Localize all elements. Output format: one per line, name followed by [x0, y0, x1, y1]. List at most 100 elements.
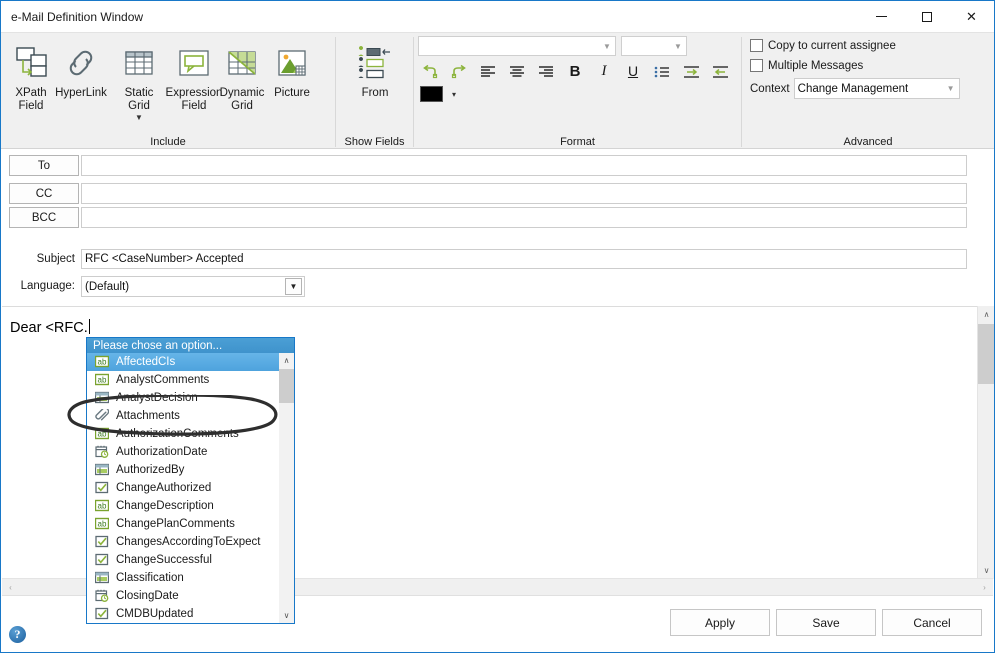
font-size-chevron-down-icon[interactable]: ▼: [670, 42, 686, 51]
bullet-list-icon: [654, 66, 669, 78]
scroll-up-icon[interactable]: ∧: [978, 306, 994, 323]
field-picker-item[interactable]: AnalystDecision: [87, 389, 294, 407]
field-picker-item[interactable]: ab ChangePlanComments: [87, 515, 294, 533]
multiple-messages-checkbox-box[interactable]: [750, 59, 763, 72]
field-picker-item[interactable]: CMDBUpdated: [87, 605, 294, 623]
bold-icon: B: [569, 62, 581, 80]
field-picker-item[interactable]: Attachments: [87, 407, 294, 425]
language-combo[interactable]: (Default) ▼: [81, 276, 305, 297]
copy-to-assignee-label: Copy to current assignee: [768, 39, 896, 52]
static-grid-label-line1: Static: [124, 87, 154, 99]
save-button-label: Save: [812, 615, 840, 630]
font-name-combo[interactable]: ▼: [418, 36, 616, 56]
language-chevron-down-icon[interactable]: ▼: [285, 278, 302, 295]
cancel-button[interactable]: Cancel: [882, 609, 982, 636]
checkbox-field-icon: [95, 535, 109, 549]
field-picker-scrollbar[interactable]: ∧ ∨: [279, 353, 294, 623]
scroll-right-icon[interactable]: ›: [976, 579, 993, 596]
from-label: From: [361, 87, 389, 99]
cc-button[interactable]: CC: [9, 183, 79, 204]
field-picker-list[interactable]: ab AffectedCIs ab AnalystComments AnalystDec…: [87, 353, 294, 623]
bcc-button[interactable]: BCC: [9, 207, 79, 228]
field-picker-item[interactable]: AuthorizationDate: [87, 443, 294, 461]
font-size-combo[interactable]: ▼: [621, 36, 687, 56]
close-icon: ✕: [966, 9, 977, 24]
undo-button[interactable]: [418, 61, 442, 83]
to-button[interactable]: To: [9, 155, 79, 176]
from-button[interactable]: From: [344, 37, 406, 129]
vertical-scroll-thumb[interactable]: [978, 324, 994, 384]
field-picker-item[interactable]: ChangeSuccessful: [87, 551, 294, 569]
font-name-chevron-down-icon[interactable]: ▼: [599, 42, 615, 51]
maximize-button[interactable]: [904, 1, 949, 32]
bcc-button-label: BCC: [31, 211, 57, 224]
hyperlink-button[interactable]: HyperLink: [51, 37, 111, 129]
align-right-button[interactable]: [534, 61, 558, 83]
field-picker-item[interactable]: ab AffectedCIs: [87, 353, 294, 371]
apply-button[interactable]: Apply: [670, 609, 770, 636]
bcc-input[interactable]: [81, 207, 967, 228]
copy-to-assignee-checkbox-box[interactable]: [750, 39, 763, 52]
align-left-button[interactable]: [476, 61, 500, 83]
field-picker-item[interactable]: ChangeAuthorized: [87, 479, 294, 497]
field-picker-scroll-thumb[interactable]: [279, 369, 294, 403]
multiple-messages-checkbox[interactable]: Multiple Messages: [750, 59, 863, 72]
field-picker-scroll-down-icon[interactable]: ∨: [279, 608, 294, 623]
field-picker-item-label: ClosingDate: [116, 590, 179, 602]
align-center-button[interactable]: [505, 61, 529, 83]
field-picker-dropdown[interactable]: Please chose an option... ab AffectedCIs a…: [86, 337, 295, 624]
indent-decrease-icon: [712, 66, 728, 78]
scroll-left-icon[interactable]: ‹: [2, 579, 19, 596]
body-vertical-scrollbar[interactable]: ∧ ∨: [977, 306, 994, 579]
field-picker-item[interactable]: ab AnalystComments: [87, 371, 294, 389]
context-chevron-down-icon[interactable]: ▼: [943, 84, 959, 93]
redo-button[interactable]: [447, 61, 471, 83]
picture-icon: [272, 41, 312, 85]
italic-button[interactable]: I: [592, 60, 616, 82]
dynamic-grid-icon: [222, 41, 262, 85]
align-left-icon: [481, 66, 495, 77]
bold-button[interactable]: B: [563, 60, 587, 82]
dynamic-grid-label-line1: Dynamic: [219, 87, 265, 99]
field-picker-item[interactable]: Classification: [87, 569, 294, 587]
static-grid-label: Static Grid: [125, 87, 154, 113]
date-field-icon: [95, 589, 109, 603]
font-color-picker[interactable]: ▾: [420, 86, 456, 102]
align-right-icon: [539, 66, 553, 77]
indent-increase-button[interactable]: [679, 61, 703, 83]
dynamic-grid-button[interactable]: Dynamic Grid: [215, 37, 269, 129]
copy-to-assignee-checkbox[interactable]: Copy to current assignee: [750, 39, 896, 52]
ribbon-group-show-fields: From Show Fields: [336, 33, 413, 150]
expression-field-icon: [174, 41, 214, 85]
font-color-chevron-down-icon[interactable]: ▾: [452, 90, 456, 99]
field-picker-header: Please chose an option...: [87, 338, 294, 353]
field-picker-item[interactable]: ClosingDate: [87, 587, 294, 605]
field-picker-item[interactable]: ChangesAccordingToExpect: [87, 533, 294, 551]
scroll-down-icon[interactable]: ∨: [978, 562, 994, 579]
help-icon[interactable]: ?: [9, 626, 26, 643]
subject-input[interactable]: RFC <CaseNumber> Accepted: [81, 249, 967, 269]
field-picker-item[interactable]: ab AuthorizationComments: [87, 425, 294, 443]
field-picker-scroll-up-icon[interactable]: ∧: [279, 353, 294, 368]
bullet-list-button[interactable]: [650, 61, 674, 83]
context-combo[interactable]: Change Management ▼: [793, 78, 960, 99]
field-picker-item[interactable]: ab ChangeDescription: [87, 497, 294, 515]
picture-button[interactable]: Picture: [267, 37, 317, 129]
indent-decrease-button[interactable]: [708, 61, 732, 83]
xpath-field-label-line2: Field: [18, 100, 44, 112]
cc-input[interactable]: [81, 183, 967, 204]
dynamic-grid-label: Dynamic Grid: [220, 87, 265, 113]
multiple-messages-label: Multiple Messages: [768, 59, 864, 72]
to-input[interactable]: [81, 155, 967, 176]
underline-icon: U: [627, 63, 639, 79]
field-picker-item-label: ChangeDescription: [116, 500, 214, 512]
field-picker-item[interactable]: AuthorizedBy: [87, 461, 294, 479]
field-picker-item-label: ChangesAccordingToExpect: [116, 536, 261, 548]
underline-button[interactable]: U: [621, 60, 645, 82]
close-button[interactable]: ✕: [949, 1, 994, 32]
save-button[interactable]: Save: [776, 609, 876, 636]
date-field-icon: [95, 445, 109, 459]
static-grid-button[interactable]: Static Grid ▼: [111, 37, 167, 129]
minimize-button[interactable]: [859, 1, 904, 32]
static-grid-chevron-down-icon[interactable]: ▼: [135, 114, 143, 122]
